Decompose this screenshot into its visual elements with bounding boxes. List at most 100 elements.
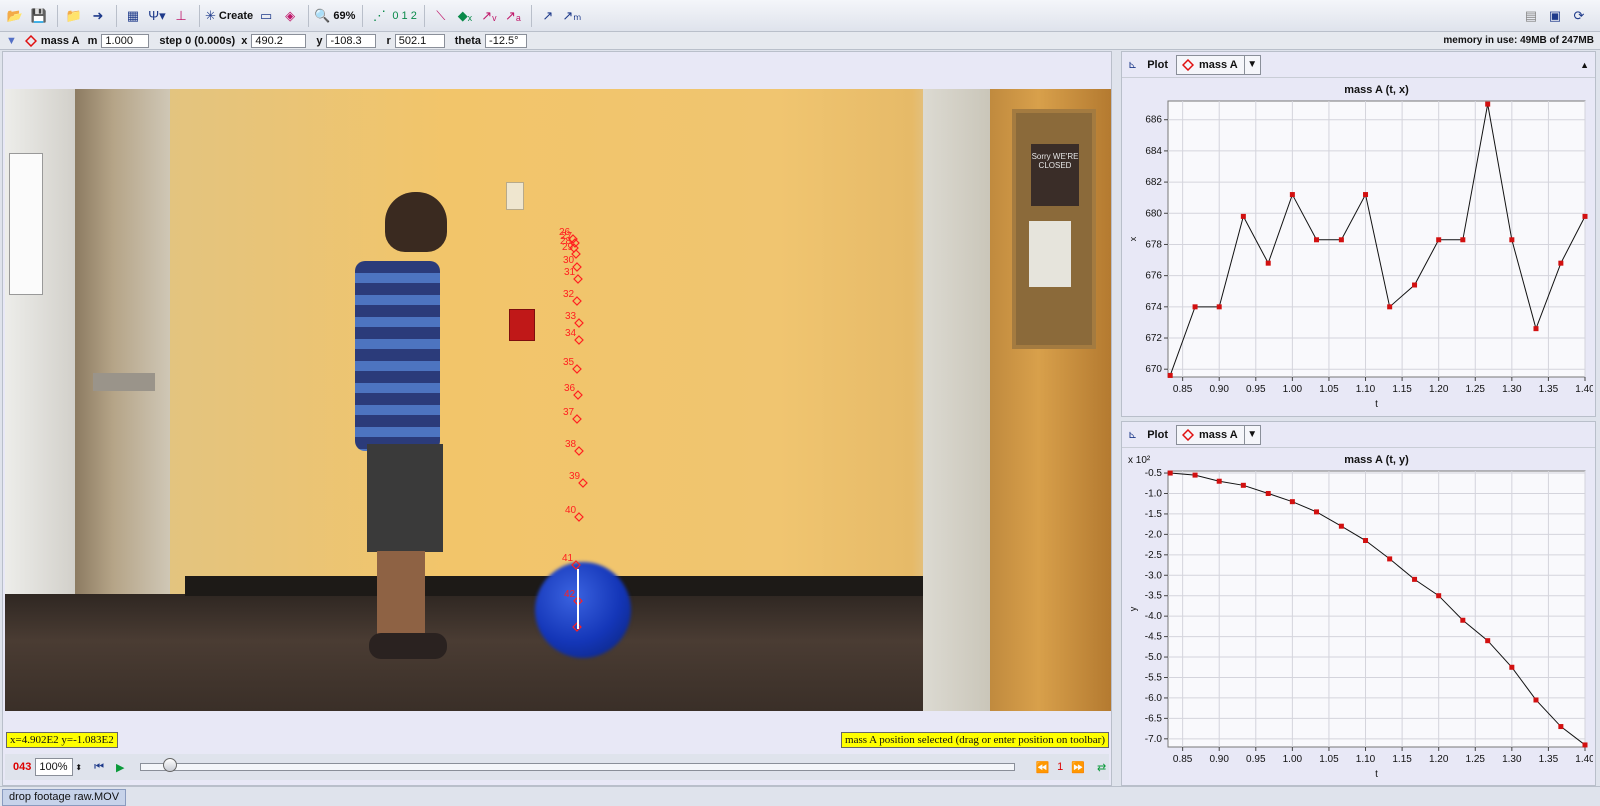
data-point <box>1265 260 1271 266</box>
player-bar: 043 100% ⬍ ⏮ ▶ ⏪ 1 ⏩ ⇄ <box>5 754 1109 780</box>
chart-title: mass A (t, x) <box>1344 84 1409 96</box>
x-tick-label: 0.95 <box>1246 384 1266 395</box>
zoom-label: 69% <box>333 9 356 22</box>
y-tick-label: 684 <box>1145 146 1162 157</box>
track-property-bar: ▼ mass A m 1.000 step 0 (0.000s) x 490.2… <box>0 32 1600 50</box>
track-marker-label: 34 <box>565 328 577 339</box>
labels-icon[interactable]: 0 1 2 <box>392 4 416 28</box>
diamond-marker-icon <box>24 34 37 47</box>
y-tick-label: -2.5 <box>1145 550 1163 561</box>
position-icon[interactable]: ◆ₓ <box>454 4 476 28</box>
import-icon[interactable]: 📁 <box>63 4 85 28</box>
y-axis-label: x <box>1128 236 1138 241</box>
plot-label[interactable]: Plot <box>1147 429 1168 441</box>
x-tick-label: 0.90 <box>1209 754 1229 765</box>
video-frame[interactable]: Sorry WE'RE CLOSED 26 27 28 29 30 31 32 33 34 35 3… <box>5 89 1111 711</box>
track-selector[interactable]: mass A ▼ <box>1176 54 1261 75</box>
y-tick-label: 672 <box>1145 333 1162 344</box>
data-point <box>1338 523 1344 529</box>
y-tick-label: 676 <box>1145 271 1162 282</box>
vector-sum-icon[interactable]: ↗ <box>537 4 559 28</box>
loop-icon[interactable]: ⇄ <box>1097 761 1106 774</box>
acceleration-icon[interactable]: ↗ₐ <box>502 4 524 28</box>
x-field[interactable]: 490.2 <box>251 33 307 48</box>
r-field[interactable]: 502.1 <box>394 33 445 48</box>
play-icon[interactable]: ▶ <box>116 761 124 774</box>
y-vs-t-chart[interactable]: mass A (t, y) 0.85 0.90 0.95 1.00 1.05 1.10 1.1… <box>1124 449 1595 785</box>
x-tick-label: 1.40 <box>1575 384 1593 395</box>
slider-thumb[interactable] <box>163 758 178 772</box>
x-tick-label: 1.05 <box>1319 754 1339 765</box>
y-axis-label: y <box>1128 606 1138 611</box>
data-point <box>1338 237 1344 243</box>
track-marker <box>574 512 584 522</box>
x-tick-label: 1.05 <box>1319 384 1339 395</box>
data-point <box>1558 724 1564 730</box>
track-name[interactable]: mass A <box>41 35 80 47</box>
x-tick-label: 0.85 <box>1173 384 1193 395</box>
dropdown-arrow-icon[interactable]: ▼ <box>1243 55 1260 74</box>
data-point <box>1436 237 1442 243</box>
data-table-icon[interactable]: ▣ <box>1544 4 1566 28</box>
refresh-icon[interactable]: ⟳ <box>1568 4 1590 28</box>
x-tick-label: 1.10 <box>1356 384 1376 395</box>
track-dropdown-icon[interactable]: ▼ <box>6 35 17 47</box>
plot-axes-icon[interactable]: ⊾ <box>1128 58 1137 71</box>
y-field[interactable]: -108.3 <box>326 33 377 48</box>
playback-slider[interactable] <box>140 758 1016 772</box>
plot-axes-icon[interactable]: ⊾ <box>1128 428 1137 441</box>
memory-status[interactable]: memory in use: 49MB of 247MB <box>1443 35 1594 46</box>
notes-icon[interactable]: ▤ <box>1520 4 1542 28</box>
plot-body: mass A (t, x) 0.85 0.90 0.95 1.00 1.05 1.10 1.1… <box>1124 79 1595 418</box>
data-point <box>1509 237 1515 243</box>
track-marker <box>574 446 584 456</box>
step-size[interactable]: 1 <box>1057 761 1063 773</box>
create-track-button[interactable]: ✳ Create <box>205 4 253 28</box>
track-markers-overlay: 2627282930313233343536373839404142 <box>559 227 588 632</box>
velocity-icon[interactable]: ↗ᵥ <box>478 4 500 28</box>
axes-icon[interactable]: ⊥ <box>170 4 192 28</box>
step-back-icon[interactable]: ⏪ <box>1035 761 1049 774</box>
track-selector[interactable]: mass A ▼ <box>1176 424 1261 445</box>
toolbar-divider <box>116 4 117 27</box>
path-icon[interactable]: ⟍ <box>430 4 452 28</box>
mass-vector-icon[interactable]: ↗ₘ <box>561 4 583 28</box>
clip-settings-icon[interactable]: ▦ <box>122 4 144 28</box>
data-point <box>1485 101 1491 107</box>
plot-panel-top: ⊾ Plot mass A ▼ ▲ mass A (t, x) 0.85 0.90 0… <box>1121 51 1596 417</box>
x-vs-t-chart[interactable]: mass A (t, x) 0.85 0.90 0.95 1.00 1.05 1.10 1.1… <box>1124 79 1595 415</box>
y-tick-label: -6.5 <box>1145 713 1163 724</box>
track-marker-label: 36 <box>564 383 576 394</box>
data-point <box>1216 304 1222 310</box>
trails-icon[interactable]: ⋰ <box>368 4 390 28</box>
plot-label[interactable]: Plot <box>1147 59 1168 71</box>
zoom-field[interactable]: 100% <box>35 758 74 776</box>
track-marker <box>572 364 582 374</box>
tape-measure-icon[interactable]: ▭ <box>255 4 277 28</box>
export-icon[interactable]: ➜ <box>87 4 109 28</box>
mass-field[interactable]: 1.000 <box>101 33 150 48</box>
track-marker <box>571 560 581 570</box>
save-icon[interactable]: 💾 <box>28 4 50 28</box>
x-tick-label: 1.30 <box>1502 754 1522 765</box>
x-tick-label: 1.10 <box>1356 754 1376 765</box>
y-tick-label: 682 <box>1145 177 1162 188</box>
calibration-tools-icon[interactable]: Ψ▾ <box>146 4 168 28</box>
track-marker-label: 42 <box>564 589 576 600</box>
step-forward-icon[interactable]: ⏩ <box>1071 761 1085 774</box>
open-file-icon[interactable]: 📂 <box>4 4 26 28</box>
zoom-spinner-icon[interactable]: ⬍ <box>75 763 82 772</box>
panel-collapse-icon[interactable]: ▲ <box>1580 60 1589 70</box>
toolbar-divider <box>199 4 200 27</box>
dropdown-arrow-icon[interactable]: ▼ <box>1243 425 1260 444</box>
y-tick-label: -2.0 <box>1145 529 1163 540</box>
main-toolbar: 📂 💾 📁 ➜ ▦ Ψ▾ ⊥ ✳ Create ▭ ◈ 🔍 69% ⋰ 0 1 … <box>0 0 1600 32</box>
video-tab[interactable]: drop footage raw.MOV <box>2 789 127 806</box>
theta-field[interactable]: -12.5° <box>485 33 528 48</box>
track-marker-label: 40 <box>565 505 577 516</box>
zoom-button[interactable]: 🔍 69% <box>314 4 355 28</box>
reset-icon[interactable]: ⏮ <box>94 761 104 774</box>
protractor-icon[interactable]: ◈ <box>279 4 301 28</box>
data-point <box>1167 470 1173 476</box>
x-tick-label: 1.20 <box>1429 754 1449 765</box>
